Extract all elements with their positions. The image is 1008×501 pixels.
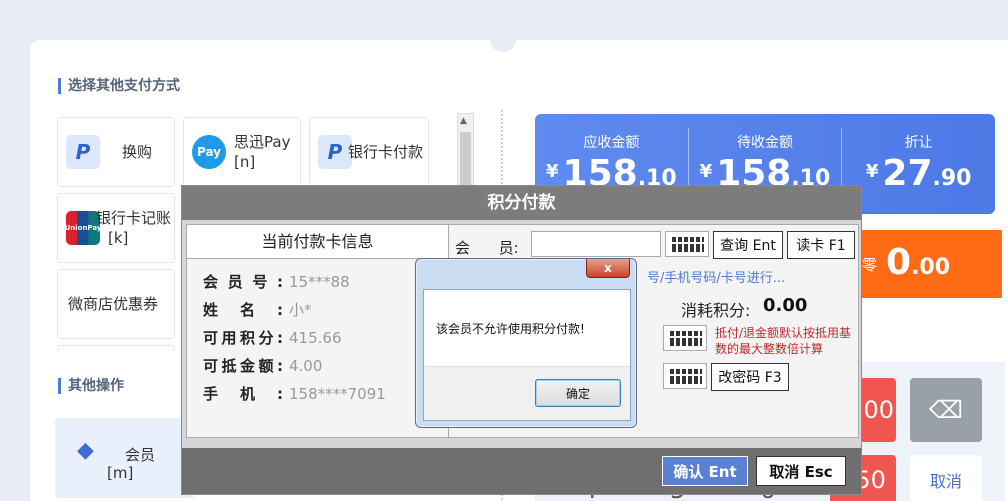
pay-method-key: [k] bbox=[108, 229, 129, 247]
card-info-header: 当前付款卡信息 bbox=[187, 225, 448, 259]
card-info-panel: 当前付款卡信息 会员号: 15***88 姓名: 小* 可用积分: 415.66 可抵… bbox=[187, 225, 449, 437]
message-text: 该会员不允许使用积分付款! bbox=[436, 322, 585, 336]
diamond-icon: ◆ bbox=[77, 438, 94, 463]
other-ops-title: 其他操作 bbox=[58, 378, 124, 394]
member-op-button[interactable]: ◆ 会员 [m] bbox=[55, 418, 195, 498]
keyboard-icon bbox=[670, 331, 702, 346]
consume-points-label: 消耗积分: bbox=[681, 301, 751, 320]
close-icon: x bbox=[604, 261, 612, 275]
keypad-00-button[interactable]: 00 bbox=[860, 378, 896, 442]
scroll-up-icon[interactable]: ▲ bbox=[460, 116, 467, 126]
confirm-button[interactable]: 确认 Ent bbox=[662, 456, 748, 486]
read-card-button[interactable]: 读卡 F1 bbox=[787, 231, 855, 259]
info-row-name: 姓名: 小* bbox=[203, 301, 312, 319]
change-amount: 零 0.00 bbox=[862, 230, 1002, 298]
pay-method-label: 换购 bbox=[122, 143, 153, 161]
message-content: 该会员不允许使用积分付款! 确定 bbox=[423, 289, 631, 421]
paypal-icon: P bbox=[318, 135, 352, 169]
pay-method-label: 银行卡记账 bbox=[96, 209, 172, 227]
receivable-label: 应收金额 bbox=[583, 135, 640, 151]
change-value: 0.00 bbox=[886, 242, 951, 283]
pay-method-bank-card[interactable]: P 银行卡付款 bbox=[309, 117, 429, 187]
member-op-key: [m] bbox=[107, 464, 134, 482]
keyboard-icon bbox=[672, 237, 704, 252]
pending-label: 待收金额 bbox=[737, 135, 793, 151]
password-keyboard-button[interactable] bbox=[663, 363, 707, 389]
pay-icon: Pay bbox=[192, 135, 226, 169]
member-field-label: 会 员: bbox=[455, 239, 519, 257]
query-button[interactable]: 查询 Ent bbox=[713, 231, 783, 259]
change-password-button[interactable]: 改密码 F3 bbox=[711, 363, 789, 391]
paypal-icon: P bbox=[66, 135, 100, 169]
backspace-icon: ⌫ bbox=[929, 396, 963, 424]
pay-method-bank-card-account[interactable]: UnionPay 银行卡记账 [k] bbox=[57, 193, 175, 263]
keypad-cancel-button[interactable]: 取消 bbox=[910, 455, 982, 501]
member-input[interactable] bbox=[531, 231, 661, 257]
error-message-box: x 该会员不允许使用积分付款! 确定 bbox=[415, 258, 637, 428]
ok-button[interactable]: 确定 bbox=[535, 379, 621, 407]
message-button-bar: 确定 bbox=[424, 366, 630, 420]
pay-method-exchange[interactable]: P 换购 bbox=[57, 117, 175, 187]
pay-method-key: [n] bbox=[234, 153, 256, 171]
pay-methods-title: 选择其他支付方式 bbox=[58, 78, 180, 94]
member-op-label: 会员 bbox=[125, 446, 156, 464]
unionpay-icon: UnionPay bbox=[65, 211, 101, 245]
pay-method-micro-store-coupon[interactable]: 微商店优惠券 bbox=[57, 269, 175, 339]
info-row-available-points: 可用积分: 415.66 bbox=[203, 329, 342, 347]
dialog-title: 积分付款 bbox=[182, 186, 861, 220]
keyboard-icon bbox=[670, 369, 702, 384]
info-row-member-no: 会员号: 15***88 bbox=[203, 273, 350, 291]
dialog-footer: 确认 Ent 取消 Esc bbox=[182, 448, 861, 494]
discount-amount: 折让 ¥27.90 bbox=[842, 128, 995, 200]
pay-method-label: 微商店优惠券 bbox=[68, 295, 159, 313]
keypad-backspace-button[interactable]: ⌫ bbox=[910, 378, 982, 442]
deduction-note: 抵付/退金额默认按抵用基数的最大整数倍计算 bbox=[715, 326, 852, 356]
consume-points-value: 0.00 bbox=[763, 295, 808, 316]
info-row-deductible: 可抵金额: 4.00 bbox=[203, 357, 323, 375]
close-button[interactable]: x bbox=[586, 259, 630, 278]
panel-notch bbox=[490, 28, 516, 52]
pay-method-sixun-pay[interactable]: Pay 思迅Pay [n] bbox=[183, 117, 301, 187]
scrollbar-thumb[interactable] bbox=[460, 132, 471, 192]
change-label: 零 bbox=[862, 256, 878, 274]
pay-method-partial bbox=[57, 345, 175, 353]
discount-value: ¥27.90 bbox=[865, 153, 972, 194]
info-row-phone: 手机: 158****7091 bbox=[203, 385, 386, 403]
member-keyboard-button[interactable] bbox=[665, 231, 709, 257]
pay-method-label: 思迅Pay bbox=[234, 133, 291, 151]
points-keyboard-button[interactable] bbox=[663, 325, 707, 351]
discount-label: 折让 bbox=[904, 135, 933, 151]
member-hint: 号/手机号码/卡号进行... bbox=[647, 271, 786, 286]
cancel-button[interactable]: 取消 Esc bbox=[756, 456, 846, 486]
pay-method-label: 银行卡付款 bbox=[348, 143, 424, 161]
